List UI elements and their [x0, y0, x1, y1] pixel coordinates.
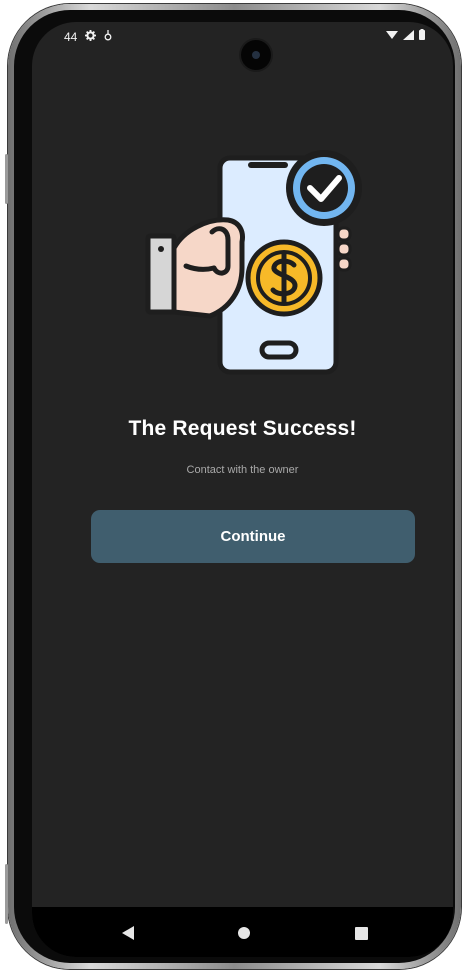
status-right — [386, 29, 425, 43]
volume-button — [5, 864, 8, 924]
phone-screen: 44 The Request Success! Contact with the… — [32, 22, 453, 957]
page-subtitle: Contact with the owner — [186, 464, 299, 476]
hand-icon — [145, 217, 245, 319]
recents-icon[interactable] — [351, 923, 371, 943]
home-icon[interactable] — [234, 923, 254, 943]
continue-button[interactable]: Continue — [91, 510, 415, 563]
front-camera — [241, 40, 271, 70]
status-left: 44 — [64, 30, 112, 44]
dollar-coin-icon — [245, 239, 323, 317]
page-title: The Request Success! — [128, 417, 357, 440]
check-badge-icon — [286, 150, 362, 226]
signal-icon — [403, 29, 414, 43]
gear-icon — [85, 30, 97, 44]
navigation-bar — [32, 907, 453, 957]
battery-icon — [419, 29, 425, 43]
phone-frame: 44 The Request Success! Contact with the… — [5, 4, 461, 969]
antenna-icon — [104, 30, 112, 44]
wifi-icon — [386, 29, 398, 43]
phone-payment-svg — [145, 150, 362, 375]
power-button — [5, 154, 8, 204]
status-time: 44 — [64, 30, 78, 44]
back-icon[interactable] — [118, 923, 138, 943]
request-success-illustration — [144, 148, 364, 388]
